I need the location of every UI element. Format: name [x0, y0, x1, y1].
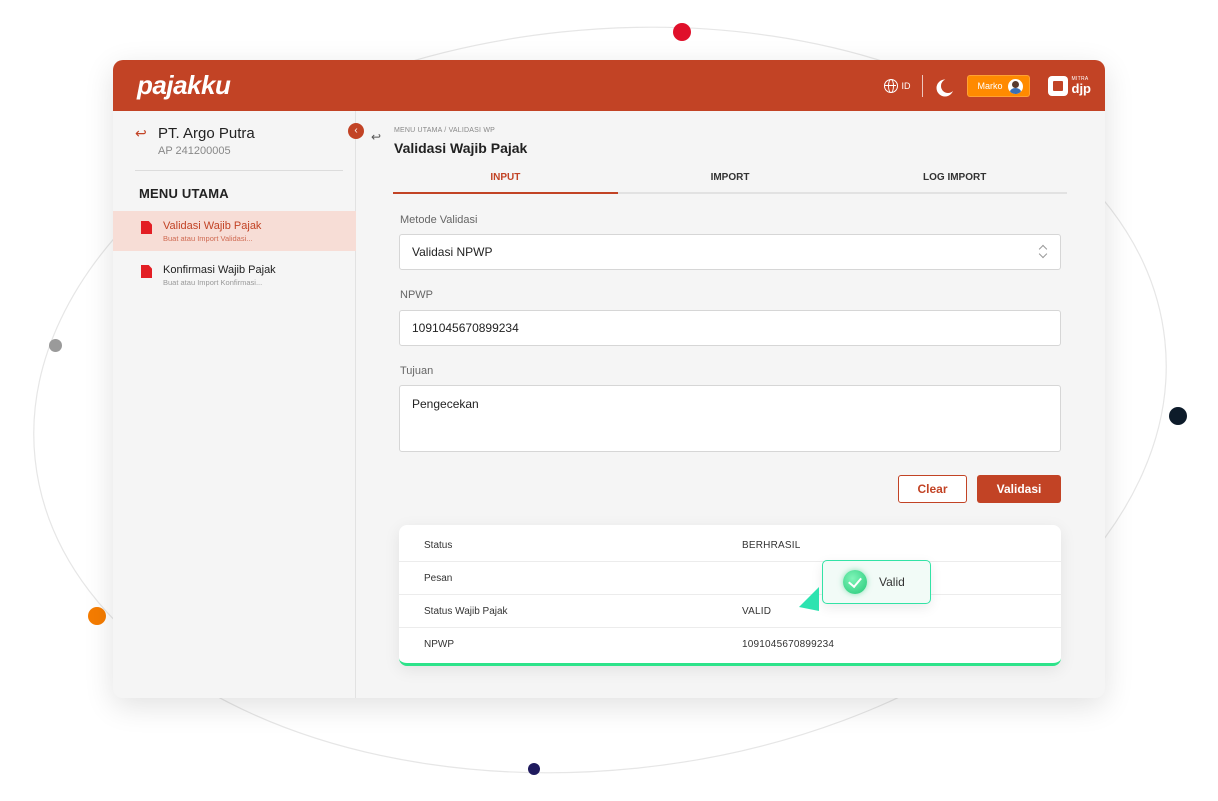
sidebar-divider	[135, 170, 343, 171]
back-arrow-icon[interactable]: ↩	[135, 125, 147, 142]
result-card: Status BERHRASIL Pesan Status Wajib Paja…	[399, 525, 1061, 666]
row-value: 1091045670899234	[742, 639, 835, 650]
metode-validasi-label: Metode Validasi	[400, 214, 478, 226]
row-key: Pesan	[424, 573, 453, 584]
collapse-sidebar-button[interactable]: ‹	[348, 123, 364, 139]
sidebar-item-sublabel: Buat atau Import Validasi...	[163, 234, 253, 243]
pointer-arrow-icon	[799, 587, 819, 611]
npwp-value: 1091045670899234	[412, 321, 519, 335]
topbar: pajakku ID Marko MITRA djp	[113, 60, 1105, 111]
row-key: Status Wajib Pajak	[424, 606, 508, 617]
sidebar-item-label: Konfirmasi Wajib Pajak	[163, 264, 276, 276]
mitra-big-label: djp	[1071, 81, 1092, 96]
sidebar-item-sublabel: Buat atau Import Konfirmasi...	[163, 278, 263, 287]
mitra-box-icon	[1047, 76, 1068, 96]
table-row: Status BERHRASIL	[399, 529, 1061, 562]
dot-navy	[1169, 407, 1187, 425]
globe-icon	[884, 79, 899, 93]
company-name: PT. Argo Putra	[158, 125, 255, 142]
sidebar-item-validasi-wajib-pajak[interactable]: Validasi Wajib Pajak Buat atau Import Va…	[113, 211, 356, 251]
divider	[922, 75, 924, 97]
avatar	[1007, 78, 1023, 94]
dot-red	[673, 23, 691, 41]
sidebar: ↩ PT. Argo Putra AP 241200005 MENU UTAMA…	[113, 111, 356, 698]
validasi-button[interactable]: Validasi	[977, 475, 1061, 503]
moon-icon[interactable]	[941, 79, 955, 93]
row-value: BERHRASIL	[742, 540, 801, 551]
valid-badge-label: Valid	[879, 575, 905, 589]
document-icon	[141, 265, 152, 278]
brand-logo[interactable]: pajakku	[137, 70, 231, 101]
menu-heading: MENU UTAMA	[139, 186, 229, 201]
row-key: NPWP	[424, 639, 454, 650]
user-menu-button[interactable]: Marko	[967, 75, 1030, 97]
npwp-label: NPWP	[400, 289, 433, 301]
tujuan-textarea[interactable]: Pengecekan	[399, 385, 1061, 452]
tab-input[interactable]: INPUT	[393, 169, 618, 194]
tab-import[interactable]: IMPORT	[618, 169, 843, 192]
main-content: ↩ MENU UTAMA / VALIDASI WP Validasi Waji…	[357, 111, 1105, 698]
table-row: Pesan	[399, 562, 1061, 595]
dot-indigo	[528, 763, 540, 775]
sidebar-item-konfirmasi-wajib-pajak[interactable]: Konfirmasi Wajib Pajak Buat atau Import …	[113, 255, 356, 295]
topbar-actions: ID Marko MITRA djp	[884, 74, 1091, 98]
language-label: ID	[901, 81, 911, 91]
language-switcher[interactable]: ID	[884, 79, 910, 93]
table-row: Status Wajib Pajak VALID	[399, 595, 1061, 628]
sidebar-item-label: Validasi Wajib Pajak	[163, 220, 262, 232]
breadcrumb: MENU UTAMA / VALIDASI WP	[394, 127, 495, 134]
page-title: Validasi Wajib Pajak	[394, 140, 528, 156]
metode-validasi-value: Validasi NPWP	[412, 245, 493, 259]
company-id: AP 241200005	[158, 145, 231, 157]
tab-bar: INPUT IMPORT LOG IMPORT	[393, 169, 1067, 194]
check-circle-icon	[843, 570, 867, 594]
app-window: pajakku ID Marko MITRA djp ↩ PT. Argo Pu…	[113, 60, 1105, 698]
row-key: Status	[424, 540, 453, 551]
document-icon	[141, 221, 152, 234]
mitra-djp-logo: MITRA djp	[1047, 76, 1092, 96]
back-arrow-icon[interactable]: ↩	[371, 130, 381, 144]
tujuan-label: Tujuan	[400, 365, 434, 377]
tujuan-value: Pengecekan	[412, 397, 479, 411]
valid-badge: Valid	[822, 560, 931, 604]
dot-orange	[88, 607, 106, 625]
clear-button[interactable]: Clear	[898, 475, 967, 503]
npwp-input[interactable]: 1091045670899234	[399, 310, 1061, 346]
stage: pajakku ID Marko MITRA djp ↩ PT. Argo Pu…	[0, 0, 1218, 801]
user-name: Marko	[977, 81, 1003, 91]
dot-gray	[49, 339, 62, 352]
metode-validasi-select[interactable]: Validasi NPWP	[399, 234, 1061, 270]
tab-log-import[interactable]: LOG IMPORT	[842, 169, 1067, 192]
select-arrows-icon	[1038, 245, 1048, 259]
row-value: VALID	[742, 606, 772, 617]
table-row: NPWP 1091045670899234	[399, 628, 1061, 661]
